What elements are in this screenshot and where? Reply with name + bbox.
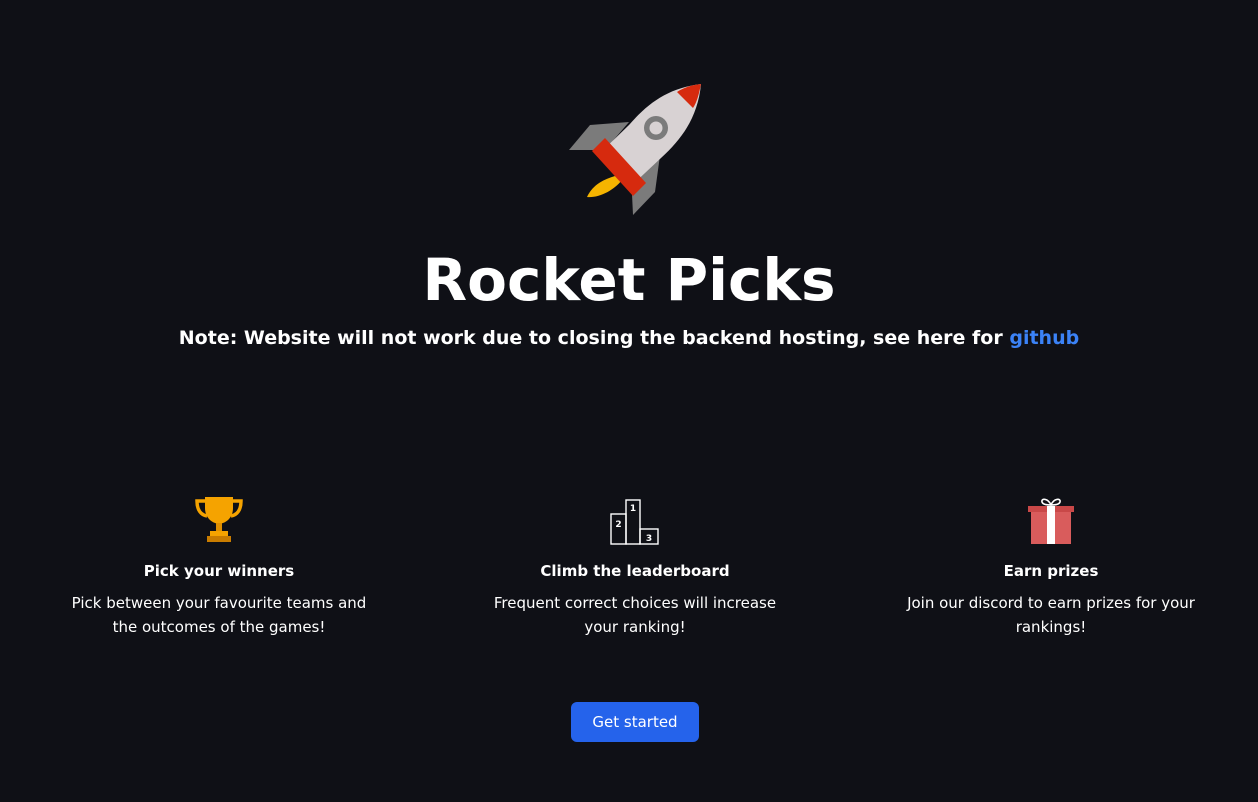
page-title: Rocket Picks (422, 246, 836, 314)
feature-earn-prizes: Earn prizes Join our discord to earn pri… (871, 494, 1231, 639)
svg-text:2: 2 (615, 520, 621, 530)
trophy-icon (195, 497, 243, 542)
feature-leaderboard: 1 2 3 Climb the leaderboard Frequent cor… (455, 494, 815, 639)
feature-description: Pick between your favourite teams and th… (71, 594, 367, 636)
rocket-icon (569, 84, 701, 215)
landing-page: Rocket Picks Note: Website will not work… (0, 0, 1258, 802)
gift-icon (1028, 498, 1074, 544)
note-text: Note: Website will not work due to closi… (178, 327, 1010, 349)
svg-text:1: 1 (630, 504, 636, 514)
get-started-button[interactable]: Get started (571, 702, 699, 742)
hosting-note: Note: Website will not work due to closi… (0, 324, 1258, 352)
features-section: Pick your winners Pick between your favo… (0, 494, 1258, 654)
feature-description: Join our discord to earn prizes for your… (907, 594, 1195, 636)
feature-pick-winners: Pick your winners Pick between your favo… (39, 494, 399, 639)
feature-title: Climb the leaderboard (540, 562, 730, 580)
feature-title: Pick your winners (143, 562, 295, 580)
podium-icon: 1 2 3 (610, 499, 659, 545)
github-link[interactable]: github (1009, 327, 1079, 349)
feature-description: Frequent correct choices will increase y… (493, 594, 777, 636)
svg-text:3: 3 (646, 534, 652, 544)
feature-title: Earn prizes (1003, 562, 1099, 580)
